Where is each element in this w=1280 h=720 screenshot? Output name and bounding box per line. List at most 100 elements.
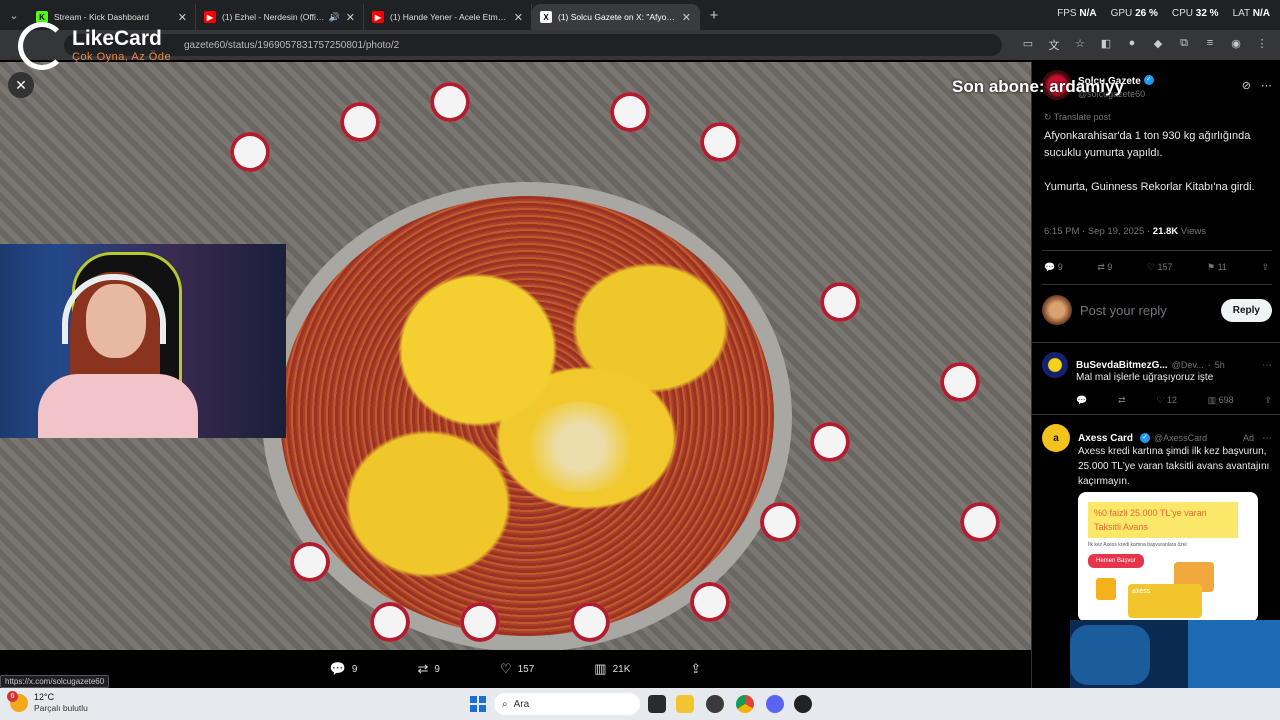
reply-icon[interactable]: 💬 bbox=[1076, 395, 1087, 406]
discord-icon[interactable] bbox=[766, 695, 784, 713]
reply-stats: 💬 ⇄ ♡ 12 ▥ 698 ⇪ bbox=[1076, 395, 1272, 406]
extension-icon[interactable]: ● bbox=[1124, 37, 1140, 53]
cook-figure bbox=[940, 362, 980, 402]
likecard-logo-mark bbox=[18, 22, 66, 70]
divider bbox=[1032, 414, 1280, 415]
like-count: 157 bbox=[1157, 262, 1173, 272]
tweet-text-line1: Afyonkarahisar'da 1 ton 930 kg ağırlığın… bbox=[1044, 130, 1251, 159]
chrome-icon[interactable] bbox=[736, 695, 754, 713]
reply-author[interactable]: BuSevdaBitmezG... bbox=[1076, 360, 1168, 371]
tab-youtube-ezhel[interactable]: ▶ (1) Ezhel - Nerdesin (Official A 🔊 ✕ bbox=[196, 4, 364, 30]
sucuklu-yumurta bbox=[280, 196, 774, 636]
notification-badge: 6 bbox=[7, 690, 18, 702]
close-tab-icon[interactable]: ✕ bbox=[178, 11, 187, 24]
repost-button[interactable]: ⇄ 9 bbox=[1097, 262, 1112, 273]
close-photo-button[interactable]: ✕ bbox=[8, 72, 34, 98]
streamer-webcam bbox=[0, 244, 286, 438]
ad-post[interactable]: a Axess Card ✓ @AxessCard Ad ⋯ Axess kre… bbox=[1042, 424, 1272, 489]
reply-author-avatar[interactable] bbox=[1042, 352, 1068, 378]
file-explorer-icon[interactable] bbox=[676, 695, 694, 713]
profile-avatar-icon[interactable]: ◉ bbox=[1228, 37, 1244, 53]
more-options-icon[interactable]: ⋯ bbox=[1262, 433, 1272, 444]
reply-item[interactable]: BuSevdaBitmezG... @Dev... · 5h ⋯ Mal mal… bbox=[1042, 352, 1272, 406]
cast-icon[interactable]: ▭ bbox=[1020, 37, 1036, 53]
menu-kebab-icon[interactable]: ⋮ bbox=[1254, 37, 1270, 53]
new-tab-button[interactable]: + bbox=[700, 7, 728, 24]
extension-icon[interactable]: ◆ bbox=[1150, 37, 1166, 53]
weather-sun-icon: 6 bbox=[7, 690, 28, 712]
reply-input[interactable]: Post your reply bbox=[1080, 303, 1221, 318]
reply-icon: 💬 bbox=[329, 661, 346, 676]
repost-icon[interactable]: ⇄ bbox=[1118, 395, 1126, 406]
tab-x-solcu-gazete[interactable]: X (1) Solcu Gazete on X: "Afyonkara ✕ bbox=[532, 4, 700, 30]
weather-widget[interactable]: 6 12°C Parçalı bulutlu bbox=[7, 690, 88, 713]
bookmark-button[interactable]: ⚑ 11 bbox=[1207, 262, 1227, 273]
cook-figure bbox=[810, 422, 850, 462]
task-view-icon[interactable] bbox=[648, 695, 666, 713]
like-button[interactable]: ♡ 157 bbox=[1147, 262, 1173, 273]
taskbar-search[interactable]: ⌕ Ara bbox=[494, 693, 640, 715]
puzzle-icon[interactable]: ⧉ bbox=[1176, 37, 1192, 53]
share-icon: ⇪ bbox=[690, 661, 702, 676]
tweet-time[interactable]: 6:15 PM · Sep 19, 2025 · bbox=[1044, 226, 1150, 237]
more-options-icon[interactable]: ⋯ bbox=[1262, 360, 1272, 371]
ad-cta-button[interactable]: Hemen Başvur bbox=[1088, 554, 1144, 568]
tab-youtube-hande[interactable]: ▶ (1) Hande Yener - Acele Etme - Yo ✕ bbox=[364, 4, 532, 30]
close-tab-icon[interactable]: ✕ bbox=[682, 11, 691, 24]
ad-author[interactable]: Axess Card bbox=[1078, 433, 1133, 444]
like-action[interactable]: ♡ 157 bbox=[500, 661, 534, 677]
reply-button[interactable]: 💬 9 bbox=[1044, 262, 1063, 273]
close-tab-icon[interactable]: ✕ bbox=[514, 11, 523, 24]
share-action[interactable]: ⇪ bbox=[690, 661, 701, 677]
ad-label: Ad bbox=[1242, 433, 1254, 443]
obs-icon[interactable] bbox=[706, 695, 724, 713]
address-bar[interactable]: gazete60/status/1969057831757250801/phot… bbox=[64, 34, 1002, 56]
like-button[interactable]: ♡ 12 bbox=[1156, 395, 1177, 406]
grok-icon[interactable]: ⊘ bbox=[1242, 79, 1251, 92]
cook-figure bbox=[290, 542, 330, 582]
translate-icon[interactable]: 文 bbox=[1046, 37, 1062, 53]
extension-icon[interactable]: ◧ bbox=[1098, 37, 1114, 53]
logo-name: LikeCard bbox=[72, 27, 162, 50]
gpu-value: 26 % bbox=[1135, 8, 1158, 19]
more-options-icon[interactable]: ⋯ bbox=[1261, 79, 1272, 92]
reply-time-sep: · bbox=[1207, 360, 1211, 370]
gpu-readout: GPU 26 % bbox=[1111, 8, 1158, 19]
bar-chart-icon: ▥ bbox=[594, 661, 607, 676]
views-button[interactable]: ▥ 698 bbox=[1208, 395, 1234, 406]
bookmark-count: 11 bbox=[1217, 262, 1227, 272]
user-avatar bbox=[1042, 295, 1072, 325]
axess-avatar[interactable]: a bbox=[1042, 424, 1070, 452]
logo-tagline: Çok Oyna, Az Öde bbox=[72, 51, 172, 63]
cook-figure bbox=[340, 102, 380, 142]
ad-image[interactable]: %0 faizli 25.000 TL'ye varan Taksitli Av… bbox=[1078, 492, 1258, 622]
stream-overlay-graphic bbox=[1070, 620, 1280, 690]
translate-label: Translate post bbox=[1053, 112, 1111, 122]
windows-start-icon[interactable] bbox=[470, 696, 486, 712]
speaker-icon[interactable]: 🔊 bbox=[329, 12, 340, 23]
photo-action-bar: 💬 9 ⇄ 9 ♡ 157 ▥ 21K ⇪ bbox=[0, 650, 1031, 688]
cook-figure bbox=[610, 92, 650, 132]
weather-description: Parçalı bulutlu bbox=[34, 703, 88, 713]
search-placeholder: Ara bbox=[513, 698, 530, 710]
reply-submit-button[interactable]: Reply bbox=[1220, 298, 1272, 322]
views-action[interactable]: ▥ 21K bbox=[594, 661, 630, 677]
bookmark-star-icon[interactable]: ☆ bbox=[1072, 37, 1088, 53]
cpu-value: 32 % bbox=[1195, 8, 1219, 19]
repost-count: 9 bbox=[1107, 262, 1113, 272]
divider bbox=[1032, 342, 1280, 343]
cook-figure bbox=[570, 602, 610, 642]
share-button[interactable]: ⇪ bbox=[1261, 262, 1269, 273]
share-icon[interactable]: ⇪ bbox=[1264, 395, 1272, 406]
tab-title: (1) Hande Yener - Acele Etme - Yo bbox=[390, 12, 508, 22]
reading-list-icon[interactable]: ≡ bbox=[1202, 37, 1218, 53]
reply-action[interactable]: 💬 9 bbox=[330, 661, 358, 677]
close-tab-icon[interactable]: ✕ bbox=[346, 11, 355, 24]
app-icon[interactable] bbox=[794, 695, 812, 713]
translate-icon: ↻ bbox=[1044, 112, 1054, 122]
shopping-bag-icon bbox=[1096, 578, 1116, 600]
repost-action[interactable]: ⇄ 9 bbox=[417, 661, 439, 677]
translate-post[interactable]: ↻ Translate post bbox=[1044, 112, 1111, 123]
cook-figure bbox=[760, 502, 800, 542]
credit-card-image: axess bbox=[1128, 584, 1202, 618]
